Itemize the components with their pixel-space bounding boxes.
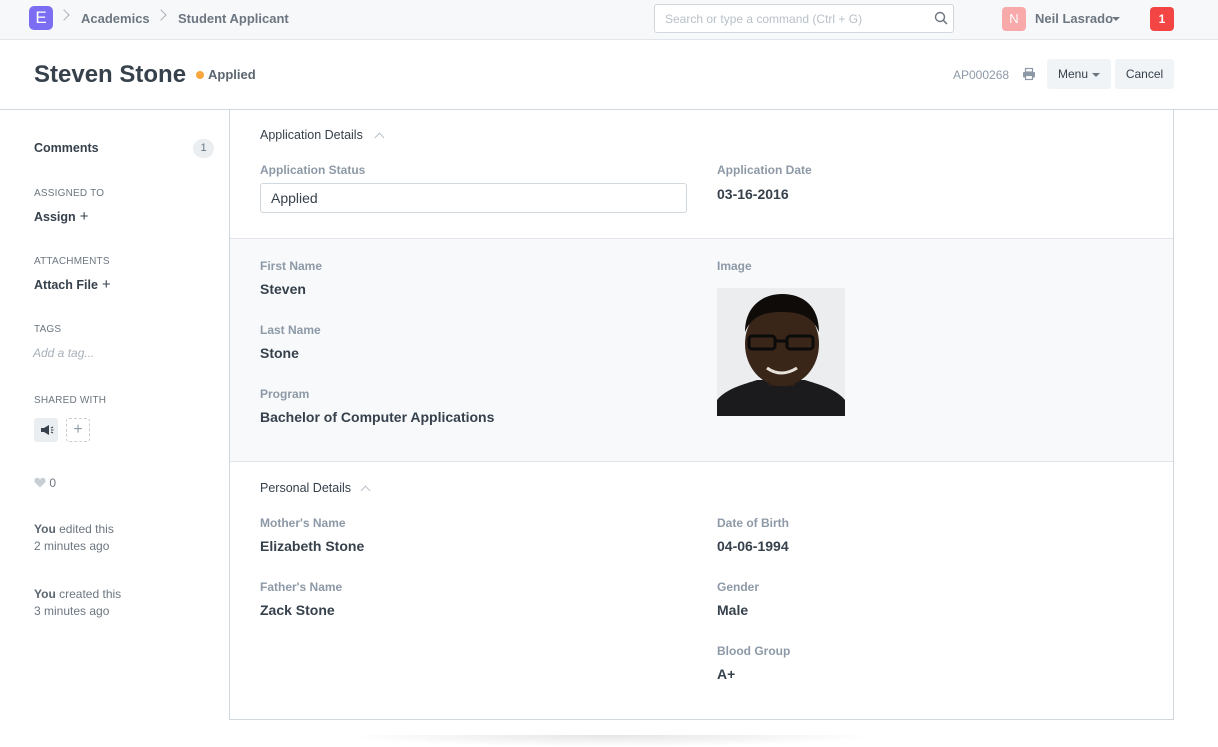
menu-button[interactable]: Menu [1047, 59, 1111, 89]
timeline-actor: You [34, 587, 56, 601]
user-avatar[interactable]: N [1002, 7, 1026, 31]
search-bar [654, 4, 954, 33]
application-status-label: Application Status [260, 163, 366, 177]
document-id: AP000268 [953, 68, 1010, 82]
timeline-item: You created this 3 minutes ago [34, 586, 121, 620]
tags-label: TAGS [34, 324, 62, 335]
timeline-time: 3 minutes ago [34, 604, 110, 618]
applicant-photo[interactable] [717, 288, 845, 416]
attach-file-button[interactable]: Attach File + [34, 276, 111, 293]
application-status-field[interactable] [260, 183, 687, 213]
attach-file-label: Attach File [34, 278, 98, 292]
assign-button[interactable]: Assign + [34, 208, 88, 225]
gender-value: Male [717, 602, 749, 618]
breadcrumb-academics[interactable]: Academics [81, 11, 150, 26]
status-badge: Applied [208, 67, 256, 82]
page-footer-shadow [340, 735, 880, 747]
status-indicator-dot [196, 71, 204, 79]
application-date-label: Application Date [717, 163, 812, 177]
first-name-value: Steven [260, 281, 306, 297]
plus-icon: + [79, 208, 89, 225]
assign-label: Assign [34, 210, 76, 224]
menu-button-label: Menu [1058, 67, 1089, 81]
person-portrait-image [717, 288, 845, 416]
date-of-birth-label: Date of Birth [717, 516, 789, 530]
attachments-label: ATTACHMENTS [34, 256, 110, 267]
timeline-action: created this [59, 587, 122, 601]
likes-count: 0 [49, 476, 57, 490]
caret-down-icon[interactable] [1112, 17, 1120, 21]
chevron-right-icon [58, 9, 70, 21]
navbar: E Academics Student Applicant N Neil Las… [0, 0, 1218, 40]
search-input[interactable] [655, 5, 925, 32]
chevron-right-icon [155, 9, 167, 21]
program-label: Program [260, 387, 310, 401]
shared-everyone-avatar[interactable] [34, 418, 58, 442]
application-details-section: Application Details Application Status A… [230, 110, 1173, 238]
assigned-to-label: ASSIGNED TO [34, 188, 105, 199]
application-date-value: 03-16-2016 [717, 186, 789, 202]
comments-link[interactable]: Comments [34, 141, 99, 155]
shared-with-label: SHARED WITH [34, 395, 107, 406]
program-value: Bachelor of Computer Applications [260, 409, 495, 425]
timeline-item: You edited this 2 minutes ago [34, 521, 114, 555]
search-icon[interactable] [934, 11, 948, 25]
app-logo[interactable]: E [29, 6, 53, 30]
date-of-birth-value: 04-06-1994 [717, 538, 789, 554]
blood-group-label: Blood Group [717, 644, 791, 658]
mothers-name-value: Elizabeth Stone [260, 538, 365, 554]
gender-label: Gender [717, 580, 760, 594]
page-head: Steven Stone Applied AP000268 Menu Cance… [0, 40, 1218, 110]
timeline-time: 2 minutes ago [34, 539, 110, 553]
image-label: Image [717, 259, 752, 273]
heart-icon [34, 477, 46, 488]
form-layout: Application Details Application Status A… [229, 110, 1174, 720]
fathers-name-value: Zack Stone [260, 602, 335, 618]
notification-badge[interactable]: 1 [1150, 7, 1174, 31]
student-info-section: First Name Steven Last Name Stone Progra… [230, 238, 1173, 462]
caret-down-icon [1092, 73, 1100, 77]
add-tag-input[interactable]: Add a tag... [33, 346, 94, 360]
user-menu[interactable]: Neil Lasrado [1035, 11, 1113, 26]
personal-details-section: Personal Details Mother's Name Elizabeth… [230, 462, 1173, 720]
blood-group-value: A+ [717, 666, 736, 682]
section-heading-application-details[interactable]: Application Details [260, 128, 363, 142]
collapse-icon[interactable] [374, 132, 385, 143]
cancel-button[interactable]: Cancel [1115, 59, 1174, 89]
section-heading-personal-details[interactable]: Personal Details [260, 481, 351, 495]
mothers-name-label: Mother's Name [260, 516, 346, 530]
plus-icon: + [101, 276, 111, 293]
like-button[interactable]: 0 [34, 476, 56, 490]
fathers-name-label: Father's Name [260, 580, 343, 594]
first-name-label: First Name [260, 259, 323, 273]
timeline-actor: You [34, 522, 56, 536]
last-name-label: Last Name [260, 323, 321, 337]
breadcrumb-student-applicant[interactable]: Student Applicant [178, 11, 289, 26]
last-name-value: Stone [260, 345, 299, 361]
megaphone-icon [41, 425, 54, 435]
page-title: Steven Stone [34, 61, 187, 88]
add-share-button[interactable]: + [66, 418, 90, 442]
print-icon[interactable] [1022, 67, 1036, 81]
timeline-action: edited this [59, 522, 114, 536]
collapse-icon[interactable] [360, 485, 371, 496]
comments-count-badge: 1 [193, 139, 214, 158]
